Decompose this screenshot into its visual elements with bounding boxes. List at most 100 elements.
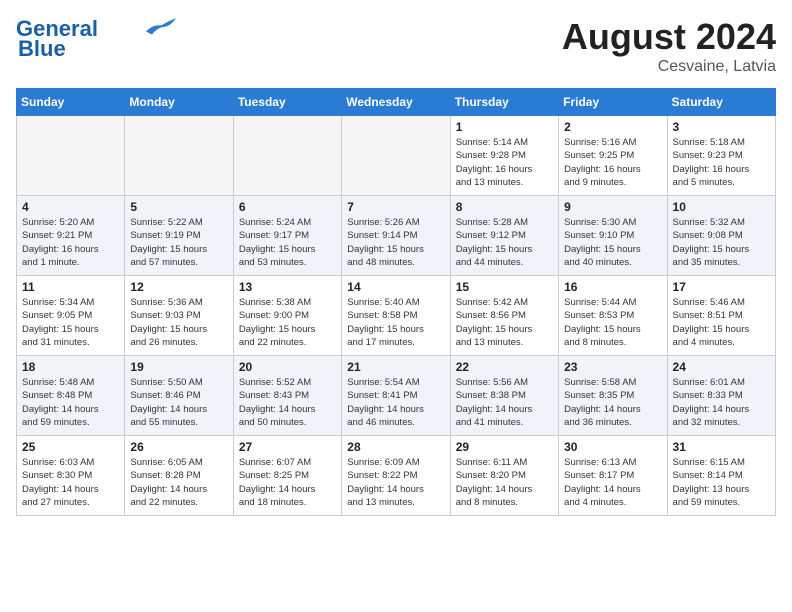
- calendar-cell: 28 Sunrise: 6:09 AM Sunset: 8:22 PM Dayli…: [342, 436, 450, 516]
- day-number: 1: [456, 120, 553, 134]
- day-info: Sunrise: 6:09 AM Sunset: 8:22 PM Dayligh…: [347, 456, 444, 509]
- day-info: Sunrise: 5:54 AM Sunset: 8:41 PM Dayligh…: [347, 376, 444, 429]
- day-info: Sunrise: 6:13 AM Sunset: 8:17 PM Dayligh…: [564, 456, 661, 509]
- day-info: Sunrise: 5:48 AM Sunset: 8:48 PM Dayligh…: [22, 376, 119, 429]
- calendar-table: SundayMondayTuesdayWednesdayThursdayFrid…: [16, 88, 776, 516]
- day-info: Sunrise: 5:20 AM Sunset: 9:21 PM Dayligh…: [22, 216, 119, 269]
- day-info: Sunrise: 5:34 AM Sunset: 9:05 PM Dayligh…: [22, 296, 119, 349]
- calendar-cell: 30 Sunrise: 6:13 AM Sunset: 8:17 PM Dayli…: [559, 436, 667, 516]
- day-info: Sunrise: 5:44 AM Sunset: 8:53 PM Dayligh…: [564, 296, 661, 349]
- day-number: 30: [564, 440, 661, 454]
- calendar-cell: 17 Sunrise: 5:46 AM Sunset: 8:51 PM Dayli…: [667, 276, 775, 356]
- day-number: 6: [239, 200, 336, 214]
- calendar-cell: 4 Sunrise: 5:20 AM Sunset: 9:21 PM Daylig…: [17, 196, 125, 276]
- day-number: 5: [130, 200, 227, 214]
- col-header-friday: Friday: [559, 89, 667, 116]
- calendar-cell: 19 Sunrise: 5:50 AM Sunset: 8:46 PM Dayli…: [125, 356, 233, 436]
- day-info: Sunrise: 5:16 AM Sunset: 9:25 PM Dayligh…: [564, 136, 661, 189]
- day-number: 15: [456, 280, 553, 294]
- day-number: 29: [456, 440, 553, 454]
- calendar-cell: 6Sunrise: 5:24 AM Sunset: 9:17 PM Daylig…: [233, 196, 341, 276]
- day-number: 4: [22, 200, 119, 214]
- calendar-cell: 11 Sunrise: 5:34 AM Sunset: 9:05 PM Dayli…: [17, 276, 125, 356]
- day-info: Sunrise: 5:28 AM Sunset: 9:12 PM Dayligh…: [456, 216, 553, 269]
- day-number: 12: [130, 280, 227, 294]
- logo-bird-icon: [146, 17, 176, 37]
- calendar-cell: 5 Sunrise: 5:22 AM Sunset: 9:19 PM Daylig…: [125, 196, 233, 276]
- month-year-title: August 2024: [562, 16, 776, 58]
- calendar-cell: 16 Sunrise: 5:44 AM Sunset: 8:53 PM Dayli…: [559, 276, 667, 356]
- calendar-week-row: 1 Sunrise: 5:14 AM Sunset: 9:28 PM Daylig…: [17, 116, 776, 196]
- day-number: 25: [22, 440, 119, 454]
- day-number: 9: [564, 200, 661, 214]
- page-header: General Blue August 2024 Cesvaine, Latvi…: [16, 16, 776, 76]
- day-number: 3: [673, 120, 770, 134]
- day-info: Sunrise: 5:58 AM Sunset: 8:35 PM Dayligh…: [564, 376, 661, 429]
- col-header-wednesday: Wednesday: [342, 89, 450, 116]
- calendar-week-row: 4 Sunrise: 5:20 AM Sunset: 9:21 PM Daylig…: [17, 196, 776, 276]
- day-info: Sunrise: 6:03 AM Sunset: 8:30 PM Dayligh…: [22, 456, 119, 509]
- calendar-week-row: 11 Sunrise: 5:34 AM Sunset: 9:05 PM Dayli…: [17, 276, 776, 356]
- title-block: August 2024 Cesvaine, Latvia: [562, 16, 776, 76]
- calendar-cell: 22Sunrise: 5:56 AM Sunset: 8:38 PM Dayli…: [450, 356, 558, 436]
- calendar-cell: 26Sunrise: 6:05 AM Sunset: 8:28 PM Dayli…: [125, 436, 233, 516]
- day-number: 20: [239, 360, 336, 374]
- day-info: Sunrise: 6:11 AM Sunset: 8:20 PM Dayligh…: [456, 456, 553, 509]
- day-info: Sunrise: 5:50 AM Sunset: 8:46 PM Dayligh…: [130, 376, 227, 429]
- day-info: Sunrise: 5:30 AM Sunset: 9:10 PM Dayligh…: [564, 216, 661, 269]
- calendar-cell: 2 Sunrise: 5:16 AM Sunset: 9:25 PM Daylig…: [559, 116, 667, 196]
- calendar-cell: 27 Sunrise: 6:07 AM Sunset: 8:25 PM Dayli…: [233, 436, 341, 516]
- calendar-week-row: 25 Sunrise: 6:03 AM Sunset: 8:30 PM Dayli…: [17, 436, 776, 516]
- day-info: Sunrise: 5:52 AM Sunset: 8:43 PM Dayligh…: [239, 376, 336, 429]
- day-number: 2: [564, 120, 661, 134]
- day-number: 18: [22, 360, 119, 374]
- day-number: 27: [239, 440, 336, 454]
- calendar-cell: 24 Sunrise: 6:01 AM Sunset: 8:33 PM Dayli…: [667, 356, 775, 436]
- col-header-thursday: Thursday: [450, 89, 558, 116]
- logo-blue: Blue: [18, 36, 66, 62]
- logo: General Blue: [16, 16, 176, 62]
- calendar-cell: 25 Sunrise: 6:03 AM Sunset: 8:30 PM Dayli…: [17, 436, 125, 516]
- col-header-monday: Monday: [125, 89, 233, 116]
- day-info: Sunrise: 5:38 AM Sunset: 9:00 PM Dayligh…: [239, 296, 336, 349]
- day-number: 21: [347, 360, 444, 374]
- col-header-saturday: Saturday: [667, 89, 775, 116]
- day-number: 17: [673, 280, 770, 294]
- calendar-cell: 3 Sunrise: 5:18 AM Sunset: 9:23 PM Daylig…: [667, 116, 775, 196]
- calendar-cell: [342, 116, 450, 196]
- calendar-cell: [125, 116, 233, 196]
- calendar-cell: 8 Sunrise: 5:28 AM Sunset: 9:12 PM Daylig…: [450, 196, 558, 276]
- calendar-cell: [233, 116, 341, 196]
- day-number: 11: [22, 280, 119, 294]
- calendar-cell: 13Sunrise: 5:38 AM Sunset: 9:00 PM Dayli…: [233, 276, 341, 356]
- calendar-cell: 31 Sunrise: 6:15 AM Sunset: 8:14 PM Dayli…: [667, 436, 775, 516]
- day-info: Sunrise: 5:36 AM Sunset: 9:03 PM Dayligh…: [130, 296, 227, 349]
- day-info: Sunrise: 5:40 AM Sunset: 8:58 PM Dayligh…: [347, 296, 444, 349]
- day-info: Sunrise: 5:14 AM Sunset: 9:28 PM Dayligh…: [456, 136, 553, 189]
- calendar-cell: 23Sunrise: 5:58 AM Sunset: 8:35 PM Dayli…: [559, 356, 667, 436]
- day-info: Sunrise: 6:07 AM Sunset: 8:25 PM Dayligh…: [239, 456, 336, 509]
- calendar-cell: 1 Sunrise: 5:14 AM Sunset: 9:28 PM Daylig…: [450, 116, 558, 196]
- day-info: Sunrise: 5:56 AM Sunset: 8:38 PM Dayligh…: [456, 376, 553, 429]
- day-info: Sunrise: 5:18 AM Sunset: 9:23 PM Dayligh…: [673, 136, 770, 189]
- day-number: 19: [130, 360, 227, 374]
- day-number: 24: [673, 360, 770, 374]
- day-info: Sunrise: 6:01 AM Sunset: 8:33 PM Dayligh…: [673, 376, 770, 429]
- day-info: Sunrise: 5:26 AM Sunset: 9:14 PM Dayligh…: [347, 216, 444, 269]
- day-number: 10: [673, 200, 770, 214]
- day-info: Sunrise: 5:42 AM Sunset: 8:56 PM Dayligh…: [456, 296, 553, 349]
- day-info: Sunrise: 5:22 AM Sunset: 9:19 PM Dayligh…: [130, 216, 227, 269]
- day-info: Sunrise: 5:46 AM Sunset: 8:51 PM Dayligh…: [673, 296, 770, 349]
- calendar-cell: 20 Sunrise: 5:52 AM Sunset: 8:43 PM Dayli…: [233, 356, 341, 436]
- day-number: 31: [673, 440, 770, 454]
- day-number: 16: [564, 280, 661, 294]
- calendar-cell: 10Sunrise: 5:32 AM Sunset: 9:08 PM Dayli…: [667, 196, 775, 276]
- calendar-cell: 21 Sunrise: 5:54 AM Sunset: 8:41 PM Dayli…: [342, 356, 450, 436]
- calendar-cell: 14Sunrise: 5:40 AM Sunset: 8:58 PM Dayli…: [342, 276, 450, 356]
- col-header-sunday: Sunday: [17, 89, 125, 116]
- day-info: Sunrise: 6:15 AM Sunset: 8:14 PM Dayligh…: [673, 456, 770, 509]
- calendar-cell: [17, 116, 125, 196]
- day-number: 8: [456, 200, 553, 214]
- col-header-tuesday: Tuesday: [233, 89, 341, 116]
- day-number: 28: [347, 440, 444, 454]
